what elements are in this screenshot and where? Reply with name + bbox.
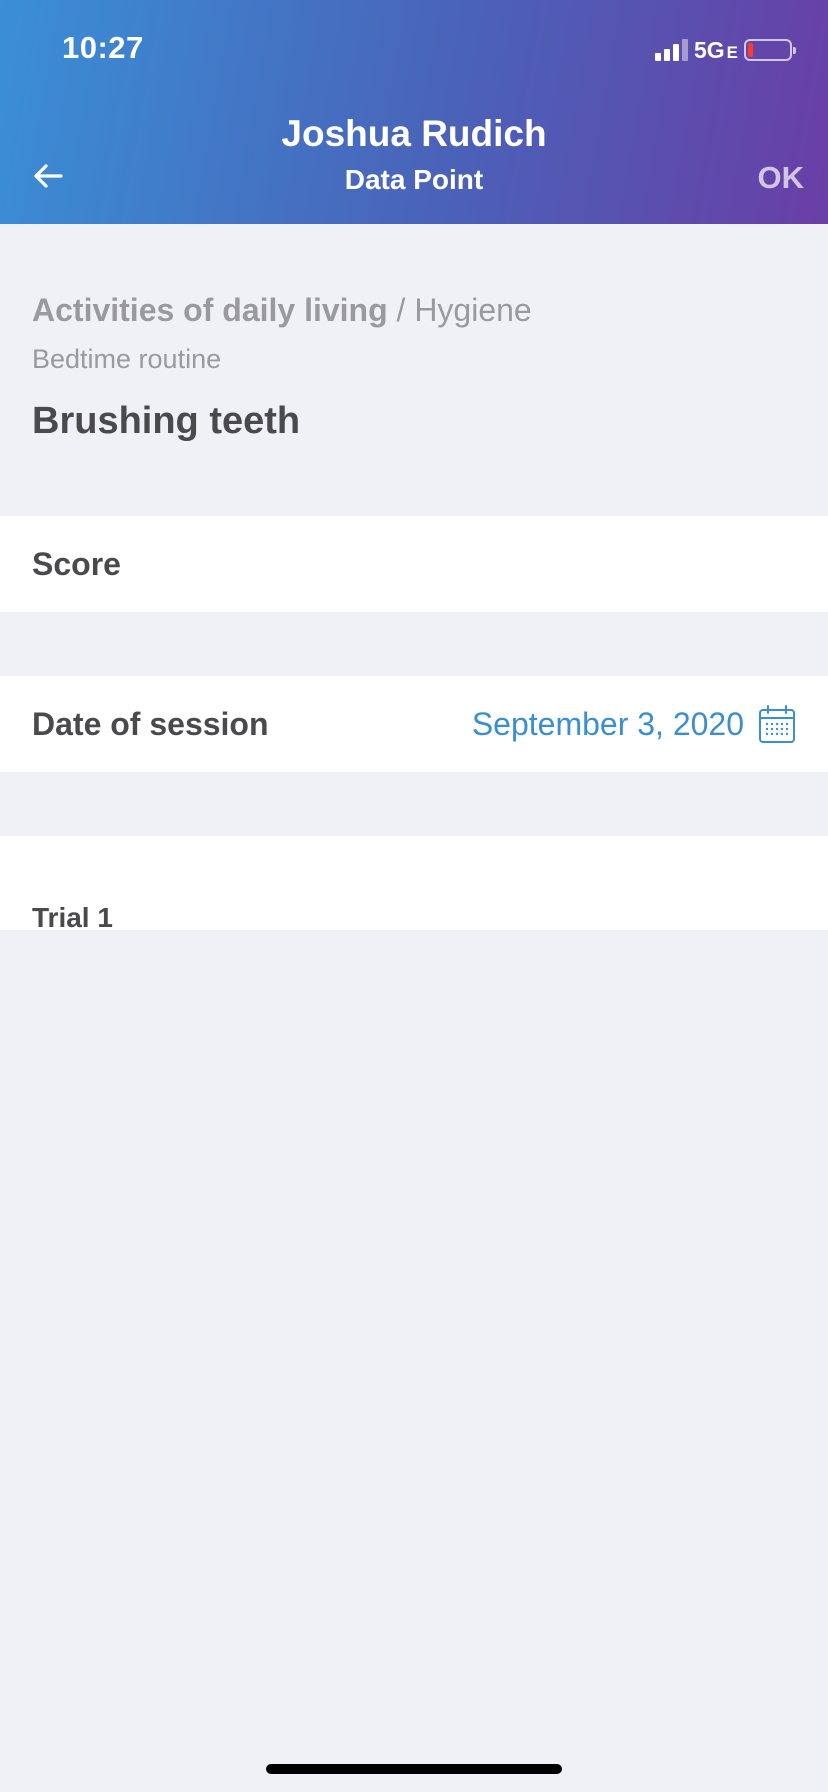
date-of-session-row[interactable]: Date of session September 3, 2020 (0, 676, 828, 772)
network-type: 5G E (694, 37, 738, 64)
breadcrumb-separator: / (387, 292, 415, 328)
signal-icon (654, 39, 688, 61)
ok-button[interactable]: OK (758, 160, 805, 196)
home-indicator[interactable] (266, 1764, 562, 1774)
trial-label: Trial 1 (32, 902, 113, 930)
date-picker[interactable]: September 3, 2020 (472, 704, 796, 744)
page-title: Joshua Rudich (281, 113, 547, 154)
battery-icon (744, 39, 796, 61)
status-indicators: 5G E (654, 36, 796, 64)
breadcrumb-subcategory: Hygiene (414, 292, 532, 328)
battery-level (748, 43, 753, 57)
network-label: 5G (693, 36, 725, 63)
trial-row[interactable]: Trial 1 (0, 836, 828, 930)
breadcrumb-category: Activities of daily living (32, 292, 388, 328)
score-row[interactable]: Score (0, 516, 828, 612)
status-time: 10:27 (62, 30, 144, 65)
nav-header: 10:27 5G E Joshua Rudich Data Point OK (0, 0, 828, 224)
date-label: Date of session (32, 705, 269, 742)
score-label: Score (32, 545, 121, 582)
breadcrumb-path: Activities of daily living / Hygiene (32, 290, 792, 330)
header-titles: Joshua Rudich Data Point (0, 112, 828, 198)
date-value: September 3, 2020 (471, 705, 744, 742)
item-title: Brushing teeth (32, 400, 301, 442)
network-suffix: E (726, 42, 738, 62)
calendar-icon (759, 705, 795, 743)
routine-label: Bedtime routine (32, 344, 222, 374)
breadcrumb: Activities of daily living / Hygiene Bed… (32, 290, 792, 444)
page-subtitle: Data Point (344, 164, 484, 195)
